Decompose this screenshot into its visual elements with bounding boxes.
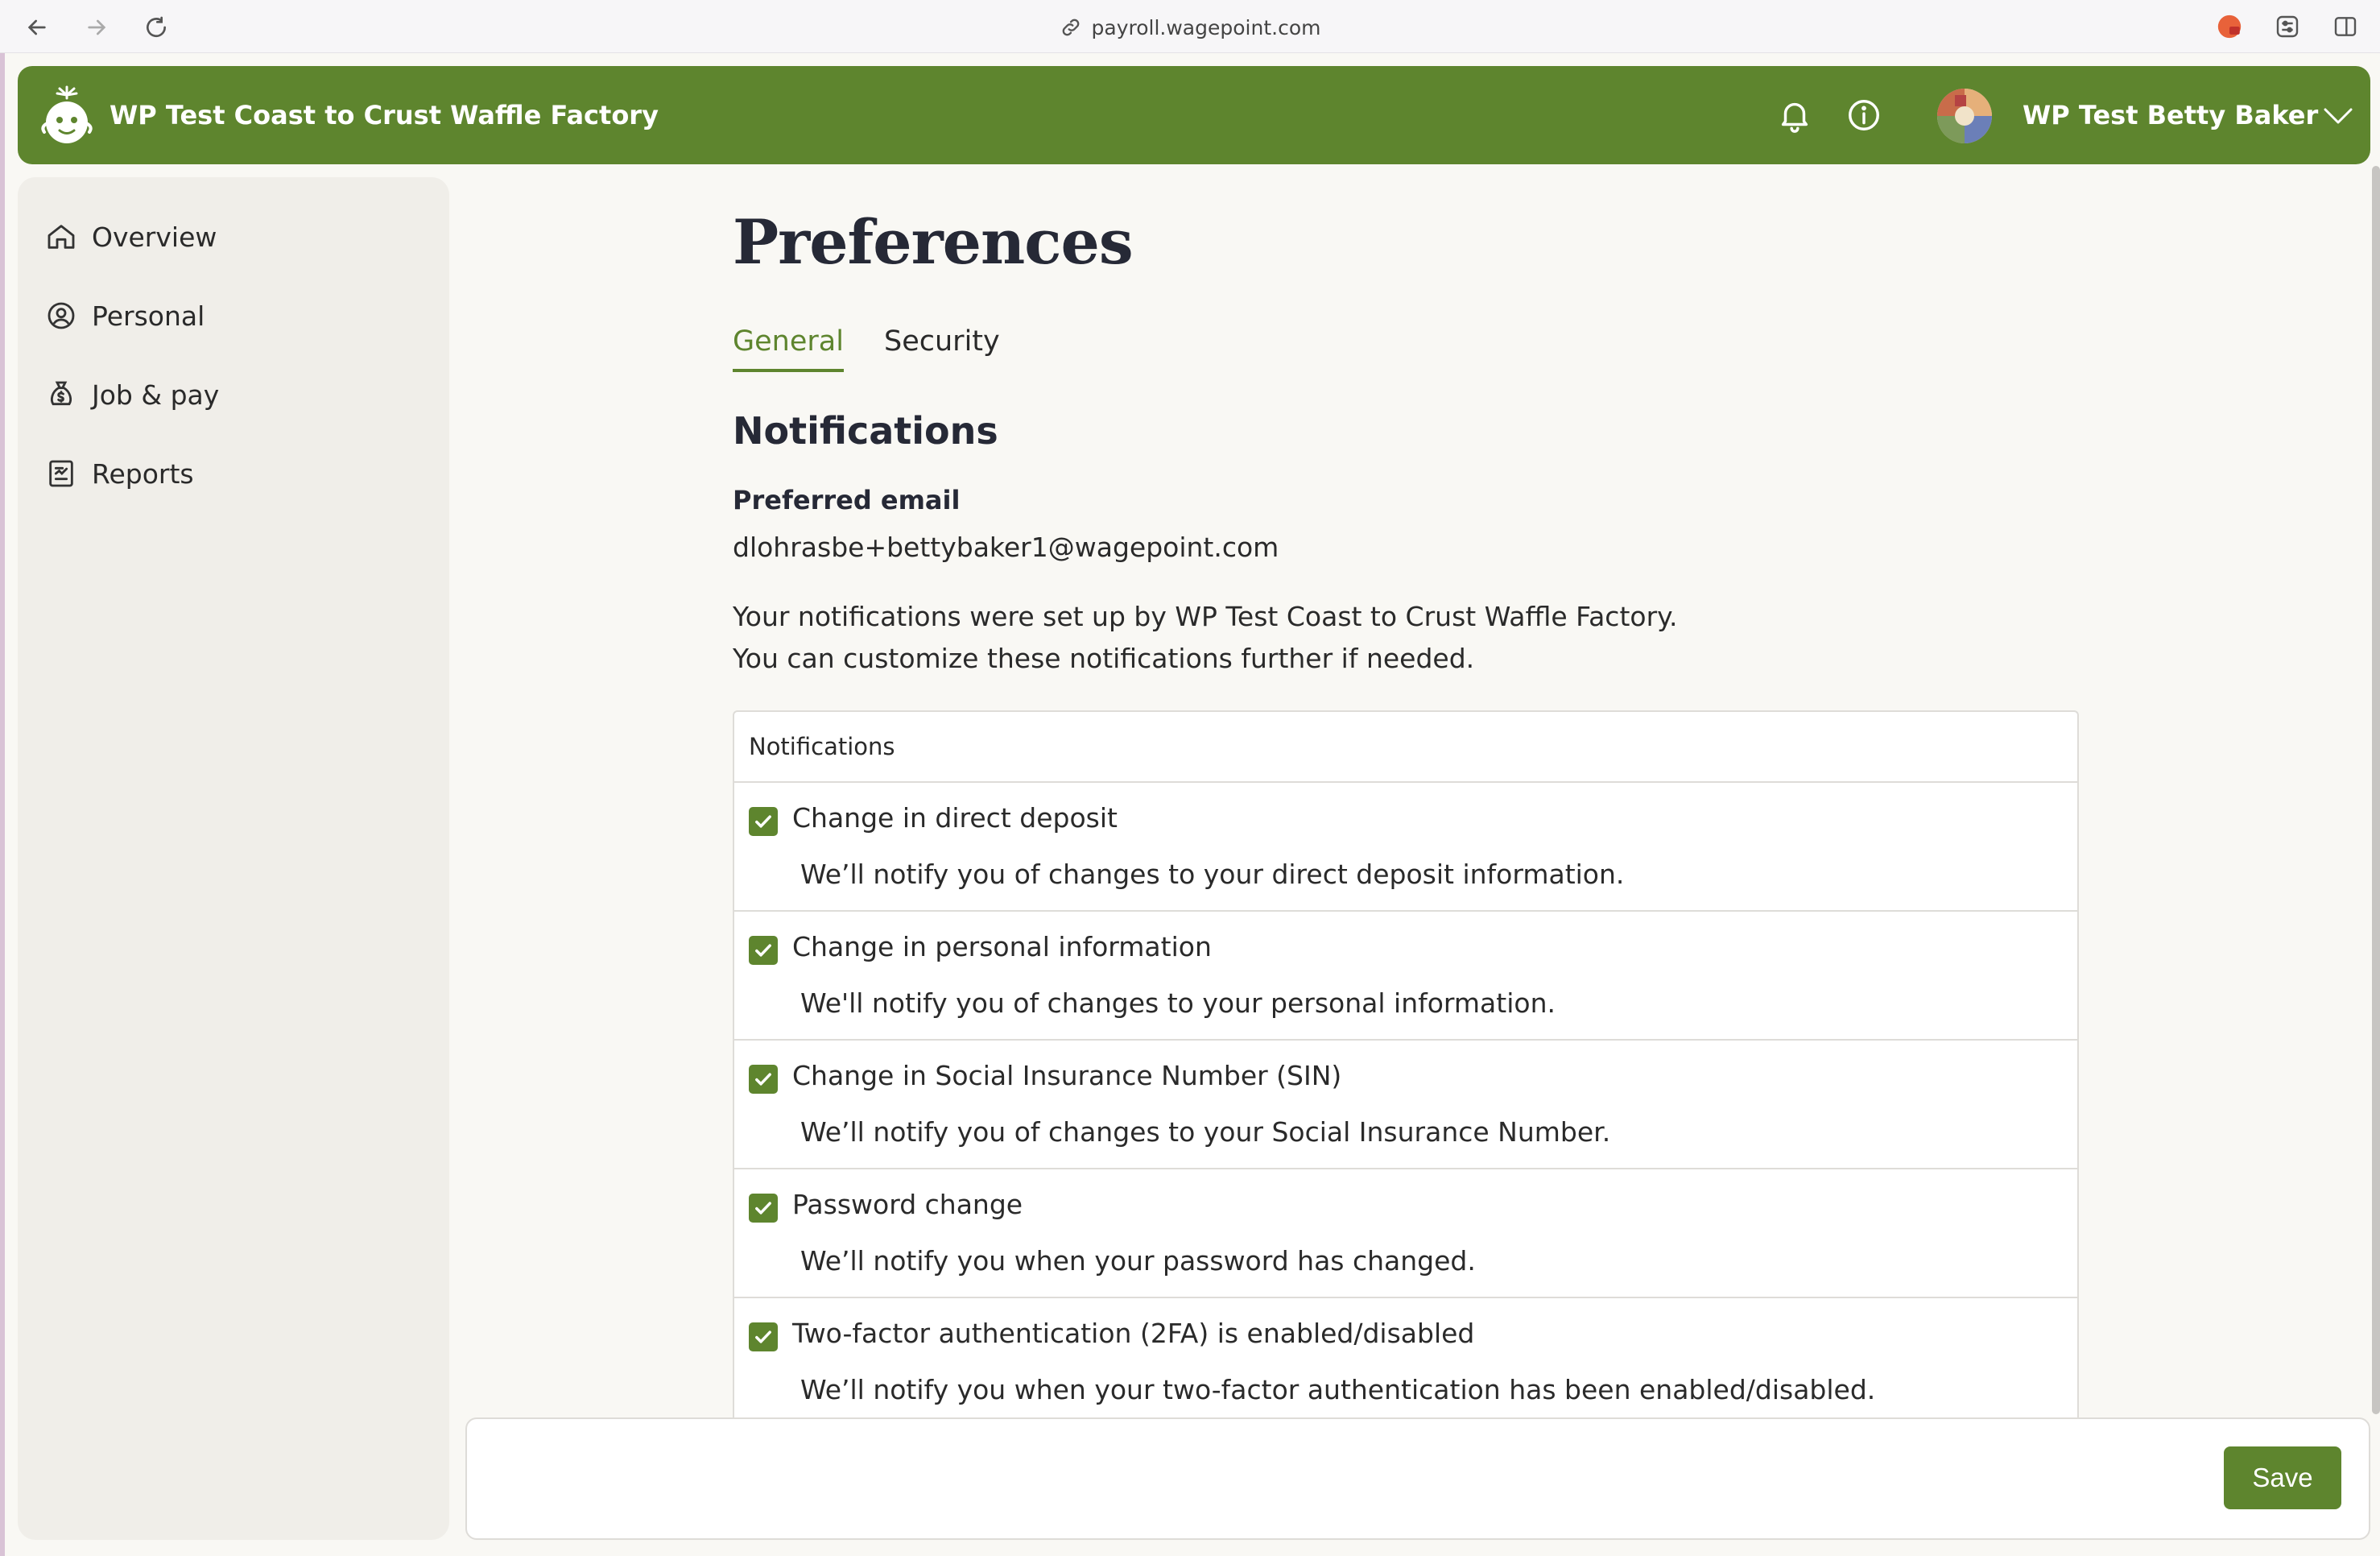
checkbox-password[interactable]: [749, 1194, 778, 1223]
notification-row-password: Password change We’ll notify you when yo…: [734, 1169, 2077, 1298]
sidebar-item-label: Personal: [92, 300, 205, 332]
preferred-email-value: dlohrasbe+bettybaker1@wagepoint.com: [733, 532, 1279, 563]
checkbox-direct-deposit[interactable]: [749, 807, 778, 836]
notification-row-2fa: Two-factor authentication (2FA) is enabl…: [734, 1298, 2077, 1427]
user-name[interactable]: WP Test Betty Baker: [2023, 66, 2318, 164]
notification-description: We’ll notify you when your two-factor au…: [800, 1374, 1876, 1405]
checkmark-icon: [755, 1330, 771, 1343]
wagepoint-logo[interactable]: [39, 84, 95, 147]
company-name: WP Test Coast to Crust Waffle Factory: [109, 100, 659, 130]
notifications-table-header: Notifications: [734, 712, 2077, 783]
checkbox-personal-info[interactable]: [749, 936, 778, 965]
notification-description: We’ll notify you of changes to your Soci…: [800, 1116, 1611, 1148]
tab-general[interactable]: General: [733, 325, 844, 372]
link-icon: [1062, 19, 1079, 36]
sidebar-item-reports[interactable]: Reports: [45, 449, 424, 498]
page-title: Preferences: [733, 206, 1134, 278]
footer-action-bar: Save: [465, 1417, 2370, 1540]
bell-icon[interactable]: [1776, 97, 1813, 134]
money-bag-icon: [51, 381, 72, 406]
notification-description: We'll notify you of changes to your pers…: [800, 987, 1556, 1019]
sidebar-item-overview[interactable]: Overview: [45, 213, 424, 261]
sidebar-item-job-pay[interactable]: Job & pay: [45, 370, 424, 419]
checkbox-sin[interactable]: [749, 1065, 778, 1094]
notifications-table: Notifications Change in direct deposit W…: [733, 710, 2079, 1427]
sidebar-item-label: Job & pay: [92, 379, 220, 411]
app-frame: WP Test Coast to Crust Waffle Factory WP…: [0, 53, 2380, 1556]
notification-title[interactable]: Password change: [792, 1189, 1023, 1220]
chevron-down-icon[interactable]: [2322, 101, 2354, 130]
notification-description: We’ll notify you when your password has …: [800, 1245, 1476, 1277]
info-icon[interactable]: [1845, 97, 1882, 134]
checkmark-icon: [755, 944, 771, 957]
address-bar[interactable]: payroll.wagepoint.com: [0, 11, 2380, 43]
url-text: payroll.wagepoint.com: [1091, 15, 1321, 39]
report-icon: [49, 460, 73, 487]
browser-toolbar: payroll.wagepoint.com: [0, 0, 2380, 53]
notification-title[interactable]: Two-factor authentication (2FA) is enabl…: [792, 1318, 1474, 1349]
notification-row-direct-deposit: Change in direct deposit We’ll notify yo…: [734, 783, 2077, 912]
tab-security[interactable]: Security: [884, 325, 1000, 369]
sidebar: Overview Personal Job & pay Reports: [18, 177, 449, 1540]
preferred-email-label: Preferred email: [733, 485, 961, 515]
notification-title[interactable]: Change in personal information: [792, 931, 1212, 962]
sidebar-toggle-icon[interactable]: [2330, 11, 2361, 42]
notification-row-personal-info: Change in personal information We'll not…: [734, 912, 2077, 1041]
extension-icon[interactable]: [2214, 11, 2245, 42]
checkmark-icon: [755, 815, 771, 828]
home-icon: [48, 225, 75, 249]
sidebar-item-label: Reports: [92, 457, 194, 490]
sidebar-item-label: Overview: [92, 221, 217, 253]
notification-title[interactable]: Change in Social Insurance Number (SIN): [792, 1060, 1341, 1091]
sidebar-item-personal[interactable]: Personal: [45, 292, 424, 340]
scrollbar[interactable]: [2372, 166, 2380, 1414]
save-button[interactable]: Save: [2224, 1446, 2341, 1509]
settings-sliders-icon[interactable]: [2272, 11, 2303, 42]
intro-text-line2: You can customize these notifications fu…: [733, 643, 1475, 674]
checkbox-2fa[interactable]: [749, 1322, 778, 1351]
notification-row-sin: Change in Social Insurance Number (SIN) …: [734, 1041, 2077, 1169]
notification-title[interactable]: Change in direct deposit: [792, 802, 1118, 834]
checkmark-icon: [755, 1073, 771, 1086]
intro-text-line1: Your notifications were set up by WP Tes…: [733, 601, 1678, 632]
section-title: Notifications: [733, 409, 998, 453]
checkmark-icon: [755, 1202, 771, 1215]
notification-description: We’ll notify you of changes to your dire…: [800, 859, 1625, 890]
user-circle-icon: [48, 302, 75, 329]
top-navigation-bar: WP Test Coast to Crust Waffle Factory WP…: [18, 66, 2370, 164]
avatar[interactable]: [1937, 89, 1992, 143]
